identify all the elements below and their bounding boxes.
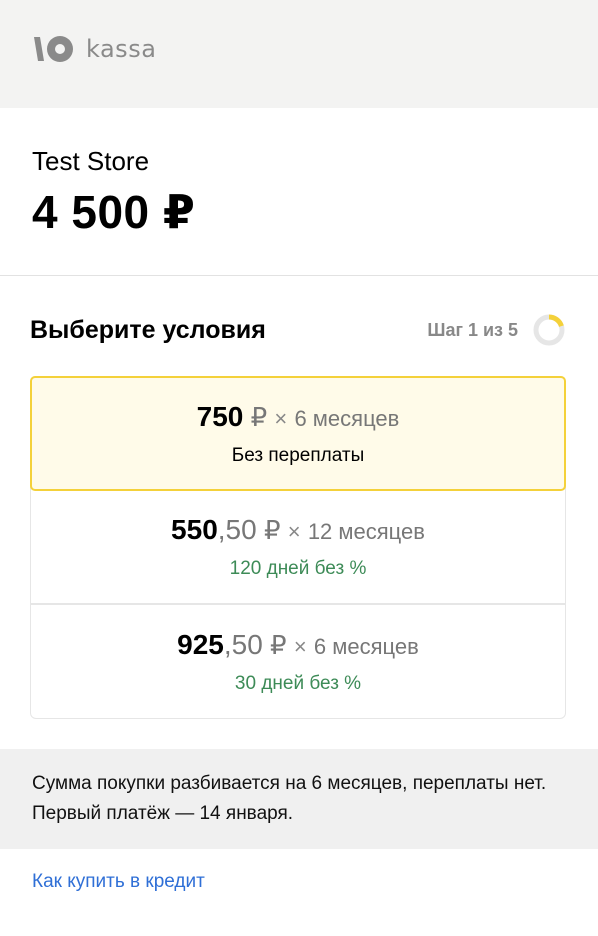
currency-sign: ₽ (263, 514, 281, 545)
months-count: 6 месяцев (294, 405, 400, 431)
step-progress-ring-icon (533, 314, 565, 346)
amount-int: 550 (171, 513, 218, 545)
terms-header: Выберите условия Шаг 1 из 5 (30, 312, 566, 348)
option-subtitle: 30 дней без % (234, 672, 362, 694)
option-subtitle: Без переплаты (231, 444, 365, 466)
currency-sign: ₽ (270, 629, 287, 660)
option-price: 550,50 ₽ × 12 месяцев (171, 514, 425, 548)
brand-name: kassa (86, 35, 157, 63)
order-total: 4 500 ₽ (32, 186, 196, 238)
brand-logo[interactable]: kassa (32, 33, 156, 65)
multiply-sign: × (293, 633, 307, 659)
option-subtitle: 120 дней без % (229, 557, 367, 579)
option-price: 925,50 ₽ × 6 месяцев (177, 629, 419, 663)
amount-int: 750 (196, 400, 244, 432)
amount-int: 925 (177, 628, 224, 660)
store-name: Test Store (32, 146, 150, 176)
months-count: 12 месяцев (307, 518, 425, 544)
order-summary: Test Store 4 500 ₽ (0, 108, 598, 276)
payment-notice: Сумма покупки разбивается на 6 месяцев, … (0, 749, 598, 849)
installment-option-1[interactable]: 550,50 ₽ × 12 месяцев 120 дней без % (31, 490, 565, 605)
how-to-buy-on-credit-link[interactable]: Как купить в кредит (32, 871, 205, 892)
terms-title: Выберите условия (30, 315, 266, 344)
notice-text: Сумма покупки разбивается на 6 месяцев, … (32, 773, 547, 824)
header: kassa (0, 0, 598, 108)
amount-frac: ,50 (217, 513, 257, 545)
multiply-sign: × (287, 518, 301, 544)
terms-section: Выберите условия Шаг 1 из 5 750 ₽ × 6 ме… (0, 276, 598, 719)
installment-options: 750 ₽ × 6 месяцев Без переплаты 550,50 ₽… (30, 376, 566, 719)
step-label: Шаг 1 из 5 (427, 319, 518, 340)
step-indicator: Шаг 1 из 5 (427, 313, 566, 347)
months-count: 6 месяцев (313, 633, 419, 659)
installment-option-0[interactable]: 750 ₽ × 6 месяцев Без переплаты (30, 376, 566, 491)
help-links: Как купить в кредит (0, 849, 598, 915)
yoomoney-logo-icon (34, 36, 73, 62)
installment-option-2[interactable]: 925,50 ₽ × 6 месяцев 30 дней без % (31, 605, 565, 718)
currency-sign: ₽ (250, 401, 268, 432)
multiply-sign: × (274, 405, 288, 431)
amount-frac: ,50 (223, 628, 263, 660)
option-price: 750 ₽ × 6 месяцев (197, 401, 400, 435)
